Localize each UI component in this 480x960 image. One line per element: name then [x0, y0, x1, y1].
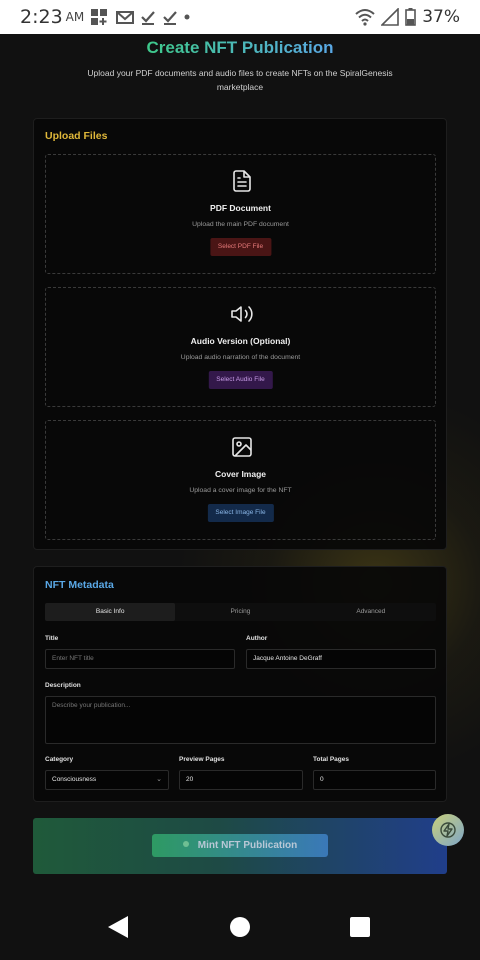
- cover-upload-box[interactable]: Cover Image Upload a cover image for the…: [45, 420, 436, 540]
- preview-pages-label: Preview Pages: [179, 756, 225, 763]
- floating-action-button[interactable]: [432, 814, 464, 846]
- mint-bar: Mint NFT Publication: [33, 818, 447, 874]
- tab-basic-info[interactable]: Basic Info: [45, 603, 176, 621]
- page-subtitle: Upload your PDF documents and audio file…: [87, 68, 393, 92]
- page: Create NFT Publication Upload your PDF d…: [0, 34, 480, 894]
- author-input[interactable]: Jacque Antoine DeGraff: [246, 649, 436, 669]
- navigation-bar: [0, 894, 480, 960]
- pdf-upload-box[interactable]: PDF Document Upload the main PDF documen…: [45, 154, 436, 274]
- metadata-tabs: Basic Info Pricing Advanced: [45, 603, 436, 621]
- status-right-icons: 37%: [355, 7, 460, 27]
- audio-upload-box[interactable]: Audio Version (Optional) Upload audio na…: [45, 287, 436, 407]
- audio-upload-title: Audio Version (Optional): [190, 336, 291, 346]
- page-title: Create NFT Publication: [146, 38, 334, 57]
- total-pages-input[interactable]: 0: [313, 770, 436, 790]
- document-icon: [233, 170, 251, 192]
- upload-files-card: Upload Files PDF Document Upload the mai…: [33, 118, 447, 550]
- mail-icon: [116, 11, 135, 24]
- mint-button-label: Mint NFT Publication: [197, 840, 298, 851]
- pdf-upload-desc: Upload the main PDF document: [192, 221, 289, 228]
- tab-pricing[interactable]: Pricing: [175, 603, 305, 621]
- speaker-icon: [231, 306, 253, 322]
- bolt-icon: [440, 822, 456, 838]
- nft-metadata-card: NFT Metadata Basic Info Pricing Advanced…: [33, 566, 447, 802]
- description-label: Description: [45, 682, 81, 689]
- grid-add-icon: [91, 9, 108, 25]
- description-input[interactable]: Describe your publication...: [45, 696, 436, 744]
- title-label: Title: [45, 635, 59, 642]
- status-ampm: AM: [65, 10, 85, 24]
- image-icon: [232, 437, 252, 457]
- recent-apps-icon[interactable]: [350, 917, 370, 937]
- loading-dot-icon: [182, 841, 189, 848]
- back-icon[interactable]: [107, 915, 129, 939]
- status-time: 2:23: [20, 6, 63, 28]
- cover-upload-title: Cover Image: [214, 469, 267, 479]
- upload-files-title: Upload Files: [45, 130, 108, 142]
- chevron-down-icon: ⌄: [156, 776, 162, 783]
- check-icon: [141, 11, 156, 25]
- mint-nft-button[interactable]: Mint NFT Publication: [152, 834, 328, 857]
- battery-icon: [405, 8, 417, 26]
- preview-pages-input[interactable]: 20: [179, 770, 303, 790]
- tab-advanced[interactable]: Advanced: [306, 603, 436, 621]
- status-left-icons: [90, 8, 190, 26]
- dot-icon: [184, 14, 190, 20]
- category-value: Consciousness: [52, 776, 97, 783]
- category-select[interactable]: Consciousness ⌄: [45, 770, 169, 790]
- home-icon[interactable]: [230, 917, 250, 937]
- select-audio-button[interactable]: Select Audio File: [208, 371, 273, 389]
- audio-upload-desc: Upload audio narration of the document: [180, 354, 301, 361]
- nft-metadata-title: NFT Metadata: [45, 579, 114, 591]
- pdf-upload-title: PDF Document: [210, 203, 271, 213]
- cover-upload-desc: Upload a cover image for the NFT: [189, 487, 292, 494]
- category-label: Category: [45, 756, 74, 763]
- select-pdf-button[interactable]: Select PDF File: [209, 238, 272, 256]
- author-label: Author: [246, 635, 268, 642]
- signal-icon: [381, 8, 400, 26]
- status-bar: 2:23 AM 37%: [0, 0, 480, 34]
- title-input[interactable]: Enter NFT title: [45, 649, 235, 669]
- battery-percent: 37%: [422, 7, 460, 27]
- wifi-icon: [355, 9, 375, 26]
- select-image-button[interactable]: Select Image File: [207, 504, 274, 522]
- total-pages-label: Total Pages: [313, 756, 350, 763]
- check-icon: [163, 11, 178, 25]
